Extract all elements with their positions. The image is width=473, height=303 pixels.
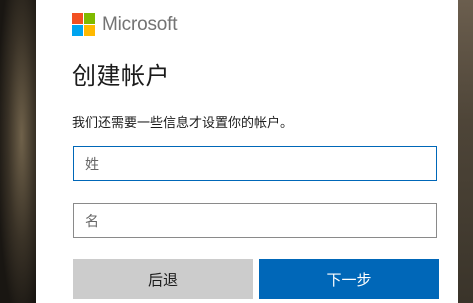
microsoft-brand: Microsoft [72, 13, 177, 36]
background-image-right [458, 0, 473, 303]
next-button[interactable]: 下一步 [259, 259, 439, 299]
brand-name: Microsoft [102, 13, 178, 35]
page-description: 我们还需要一些信息才设置你的帐户。 [72, 116, 294, 131]
back-button[interactable]: 后退 [73, 259, 253, 299]
background-image-left [0, 0, 36, 303]
first-name-field[interactable]: 名 [73, 203, 437, 238]
last-name-placeholder: 姓 [85, 156, 99, 173]
logo-square-red [72, 13, 83, 24]
logo-square-green [84, 13, 95, 24]
microsoft-logo-icon [72, 13, 95, 36]
last-name-field[interactable]: 姓 [73, 146, 437, 181]
logo-square-yellow [84, 25, 95, 36]
page-title: 创建帐户 [72, 62, 170, 90]
logo-square-blue [72, 25, 83, 36]
sign-up-card: Microsoft 创建帐户 我们还需要一些信息才设置你的帐户。 姓 名 后退 … [36, 0, 458, 303]
first-name-placeholder: 名 [85, 213, 99, 230]
